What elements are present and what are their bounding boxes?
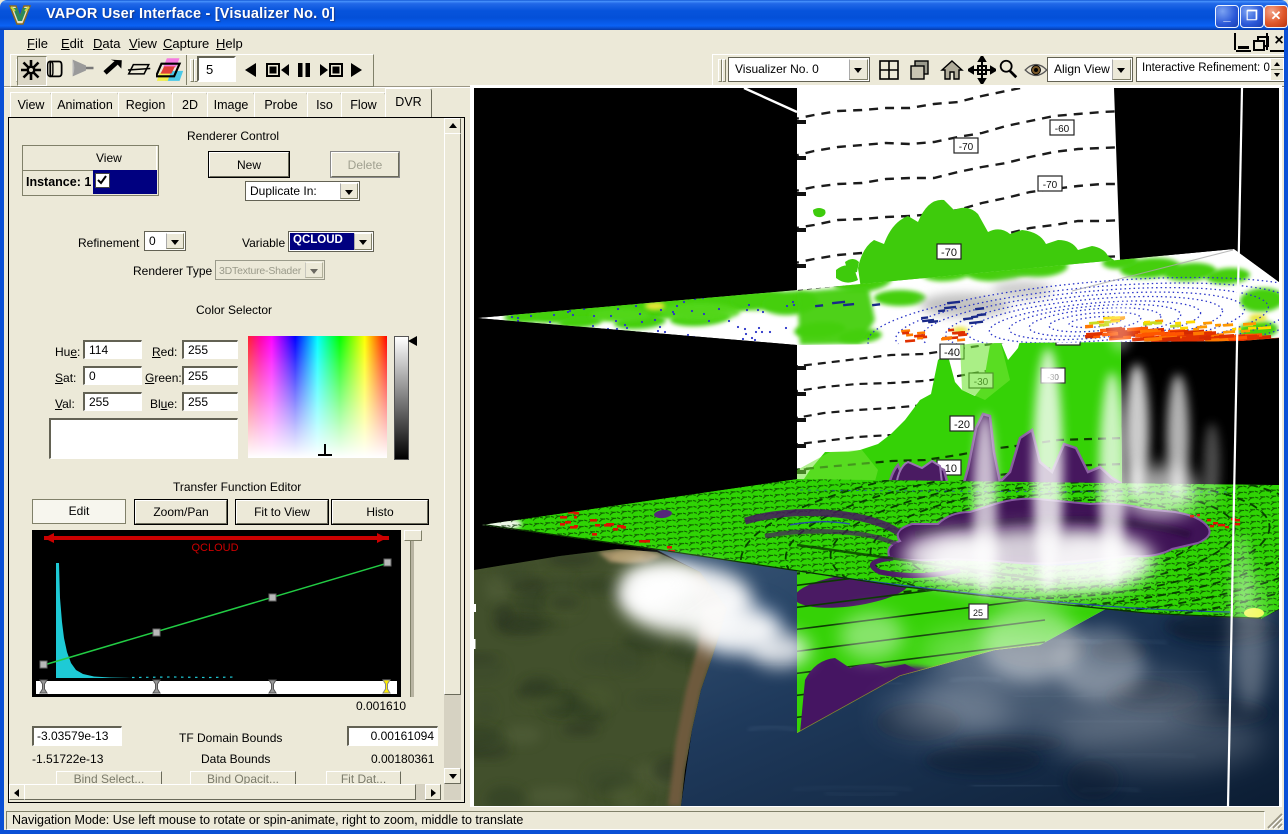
svg-text:-60: -60 [1055,124,1070,135]
svg-text:-40: -40 [944,347,960,359]
svg-text:-70: -70 [959,142,974,153]
svg-text:-20: -20 [954,419,970,431]
svg-text:-70: -70 [1043,180,1058,191]
svg-text:-70: -70 [941,247,957,259]
svg-text:25: 25 [973,608,983,618]
svg-text:QCLOUD: QCLOUD [191,542,238,554]
